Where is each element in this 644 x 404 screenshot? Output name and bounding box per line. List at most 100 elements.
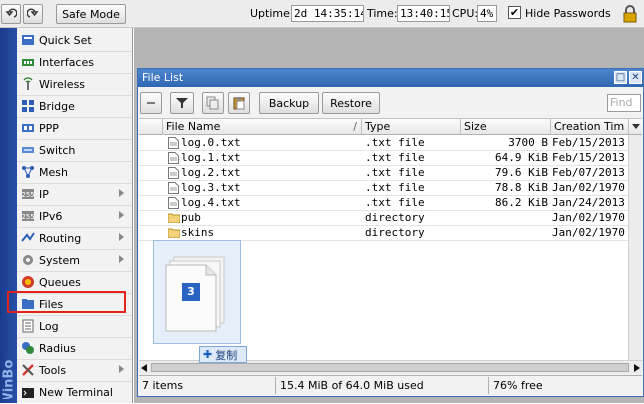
cell-file-name: log.1.txt [181,151,361,166]
column-header-creation-time[interactable]: Creation Tim [551,119,628,135]
sidebar-item-new-terminal[interactable]: New Terminal [17,382,132,404]
sidebar-item-system[interactable]: System [17,250,132,272]
scroll-right-icon [633,364,640,372]
column-header-file-name[interactable]: File Name/ [163,119,362,135]
redo-icon [27,8,39,20]
column-header-size[interactable]: Size [461,119,551,135]
close-button[interactable]: ✕ [629,71,642,84]
log-icon [21,319,35,333]
redo-button[interactable] [23,4,43,24]
text-file-icon [168,137,179,149]
sidebar-item-ppp[interactable]: PPP [17,118,132,140]
main-toolbar: Safe Mode Uptime: 2d 14:35:14 Time: 13:4… [0,0,644,28]
cell-type: .txt file [365,136,461,151]
backup-button[interactable]: Backup [259,92,319,114]
filter-button[interactable] [170,92,194,114]
cell-type: directory [365,211,461,226]
sidebar-item-tools[interactable]: Tools [17,360,132,382]
hide-passwords-label: Hide Passwords [525,7,611,20]
undo-button[interactable] [1,4,21,24]
files-highlight-box [7,291,126,313]
sidebar-item-log[interactable]: Log [17,316,132,338]
svg-text:255: 255 [21,213,34,221]
text-file-icon [168,197,179,209]
text-file-icon [168,182,179,194]
submenu-arrow-icon [119,189,124,197]
cell-file-name: pub [181,211,361,226]
window-toolbar: Backup Restore Find [138,88,643,118]
sidebar-item-label: System [39,254,80,267]
time-label: Time: [367,7,398,20]
sidebar-item-mesh[interactable]: Mesh [17,162,132,184]
maximize-button[interactable]: □ [614,71,627,84]
sidebar-item-quick-set[interactable]: Quick Set [17,30,132,52]
remove-button[interactable] [140,92,162,114]
table-row[interactable]: log.3.txt .txt file78.8 KiB Jan/02/1970 08… [139,181,642,196]
sidebar-item-ipv6[interactable]: 255 IPv6 [17,206,132,228]
cpu-field: 4% [477,5,497,22]
undo-icon [5,8,17,20]
sidebar-item-switch[interactable]: Switch [17,140,132,162]
horizontal-scroll-thumb[interactable] [151,363,629,372]
cell-type: .txt file [365,166,461,181]
filter-icon [175,96,189,110]
ip-icon: 255 [21,187,35,201]
paste-button[interactable] [228,92,250,114]
restore-button[interactable]: Restore [322,92,380,114]
cell-size: 79.6 KiB [461,166,548,181]
table-row[interactable]: pub directory Jan/02/1970 08: [139,211,642,226]
copy-button[interactable] [202,92,224,114]
sidebar-item-label: Queues [39,276,81,289]
sidebar-item-radius[interactable]: Radius [17,338,132,360]
sidebar-item-label: Log [39,320,59,333]
sidebar-item-interfaces[interactable]: Interfaces [17,52,132,74]
sidebar-item-ip[interactable]: 255 IP [17,184,132,206]
cell-file-name: log.3.txt [181,181,361,196]
sidebar-item-label: Routing [39,232,81,245]
window-title-bar[interactable]: File List [138,69,643,87]
cell-file-name: skins [181,226,361,241]
maximize-icon: □ [616,72,625,83]
window-title: File List [142,71,183,84]
sidebar-item-label: Mesh [39,166,68,179]
scroll-left-icon [141,364,148,372]
cell-creation-time: Jan/02/1970 08: [552,226,628,241]
vertical-scrollbar[interactable] [628,135,642,361]
svg-text:255: 255 [21,191,34,199]
safe-mode-button[interactable]: Safe Mode [56,4,126,24]
svg-text:WinBox: WinBox [2,359,17,399]
sidebar-item-routing[interactable]: Routing [17,228,132,250]
submenu-arrow-icon [119,233,124,241]
sidebar-item-label: IP [39,188,49,201]
table-row[interactable]: log.1.txt.txt file64.9 KiBFeb/15/2013 13… [139,151,642,166]
cell-type: .txt file [365,181,461,196]
sidebar-item-bridge[interactable]: Bridge [17,96,132,118]
copy-icon [206,96,220,110]
table-row[interactable]: log.2.txt.txt file79.6 KiBFeb/07/2013 13… [139,166,642,181]
status-usage: 15.4 MiB of 64.0 MiB used [280,379,424,392]
cell-creation-time: Jan/24/2013 09: [552,196,628,211]
hide-passwords-checkbox[interactable]: ✔ [508,6,521,19]
lock-icon [622,5,638,23]
column-header-type[interactable]: Type [362,119,461,135]
sidebar-item-wireless[interactable]: Wireless [17,74,132,96]
column-chooser-button[interactable] [628,119,642,135]
sidebar-item-label: IPv6 [39,210,62,223]
table-row[interactable]: log.0.txt.txt file3700 BFeb/15/2013 13: [139,136,642,151]
cpu-label: CPU: [452,7,478,20]
quick-set-icon [21,33,35,47]
table-row[interactable]: skins directory Jan/02/1970 08: [139,226,642,241]
plus-icon: ✚ [203,348,212,361]
cell-creation-time: Feb/15/2013 13: [552,136,628,151]
cell-creation-time: Jan/02/1970 08: [552,211,628,226]
find-input[interactable]: Find [607,94,641,112]
winbox-brand-strip: WinBox [0,28,17,403]
submenu-arrow-icon [119,211,124,219]
cell-creation-time: Jan/02/1970 08: [552,181,628,196]
cell-type: .txt file [365,151,461,166]
cell-size: 78.8 KiB [461,181,548,196]
ppp-icon [21,121,35,135]
table-row[interactable]: log.4.txt.txt file86.2 KiBJan/24/2013 09… [139,196,642,211]
cell-type: directory [365,226,461,241]
status-separator [275,377,276,394]
